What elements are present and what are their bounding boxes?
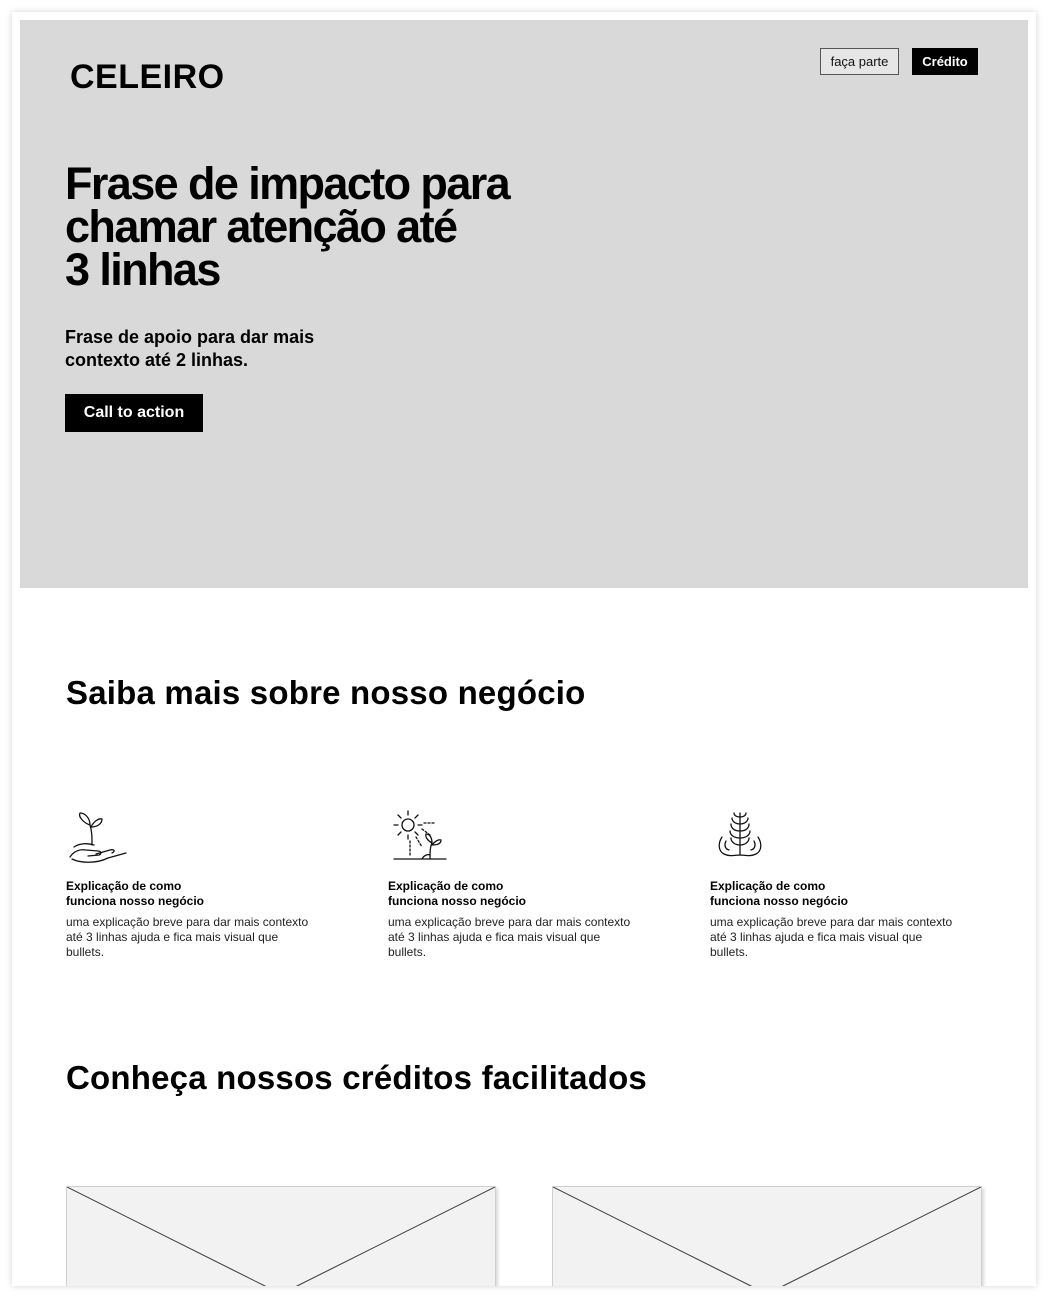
feature-description-line: bullets. xyxy=(710,945,749,959)
image-placeholder xyxy=(67,1187,495,1286)
feature-title-line: funciona nosso negócio xyxy=(66,894,205,908)
feature-item: Explicação de como funciona nosso negóci… xyxy=(388,807,658,959)
feature-title-line: Explicação de como xyxy=(388,879,504,893)
feature-title-line: funciona nosso negócio xyxy=(388,894,527,908)
feature-description: uma explicação breve para dar mais conte… xyxy=(388,915,658,960)
join-button[interactable]: faça parte xyxy=(820,48,899,75)
page-frame: CELEIRO faça parte Crédito Frase de impa… xyxy=(12,12,1036,1286)
sprout-in-hand-icon xyxy=(69,812,127,863)
feature-title: Explicação de como funciona nosso negóci… xyxy=(710,879,910,909)
feature-title: Explicação de como funciona nosso negóci… xyxy=(66,879,266,909)
feature-description: uma explicação breve para dar mais conte… xyxy=(66,915,336,960)
call-to-action-button[interactable]: Call to action xyxy=(65,394,203,432)
feature-description-line: bullets. xyxy=(388,945,427,959)
hero-subtitle-line: Frase de apoio para dar mais xyxy=(65,327,315,347)
credit-card[interactable] xyxy=(552,1186,982,1286)
credits-section-title: Conheça nossos créditos facilitados xyxy=(66,1059,647,1096)
feature-description-line: uma explicação breve para dar mais conte… xyxy=(66,915,309,929)
feature-description-line: até 3 linhas ajuda e fica mais visual qu… xyxy=(710,930,923,944)
feature-description-line: até 3 linhas ajuda e fica mais visual qu… xyxy=(388,930,601,944)
hero-title-line: Frase de impacto para xyxy=(65,158,511,209)
hero-section: CELEIRO faça parte Crédito Frase de impa… xyxy=(20,20,1028,588)
feature-description-line: até 3 linhas ajuda e fica mais visual qu… xyxy=(66,930,279,944)
feature-title-line: Explicação de como xyxy=(66,879,182,893)
hero-subtitle: Frase de apoio para dar mais contexto at… xyxy=(65,326,365,372)
hero-title: Frase de impacto para chamar atenção até… xyxy=(65,158,565,295)
feature-description-line: uma explicação breve para dar mais conte… xyxy=(388,915,631,929)
feature-title-line: Explicação de como xyxy=(710,879,826,893)
about-section-title: Saiba mais sobre nosso negócio xyxy=(66,674,586,711)
image-placeholder xyxy=(553,1187,981,1286)
feature-item: Explicação de como funciona nosso negóci… xyxy=(710,807,980,959)
feature-title: Explicação de como funciona nosso negóci… xyxy=(388,879,588,909)
feature-title-line: funciona nosso negócio xyxy=(710,894,849,908)
credit-button[interactable]: Crédito xyxy=(912,48,978,75)
feature-description: uma explicação breve para dar mais conte… xyxy=(710,915,980,960)
feature-item: Explicação de como funciona nosso negóci… xyxy=(66,807,336,959)
sun-and-sprout-icon xyxy=(393,810,447,860)
feature-description-line: bullets. xyxy=(66,945,105,959)
logo[interactable]: CELEIRO xyxy=(70,58,225,97)
feature-description-line: uma explicação breve para dar mais conte… xyxy=(710,915,953,929)
wheat-in-hands-icon xyxy=(718,812,762,857)
hero-title-line: chamar atenção até xyxy=(65,201,458,252)
hero-subtitle-line: contexto até 2 linhas. xyxy=(65,350,249,370)
credit-card[interactable] xyxy=(66,1186,496,1286)
hero-title-line: 3 linhas xyxy=(65,244,221,295)
